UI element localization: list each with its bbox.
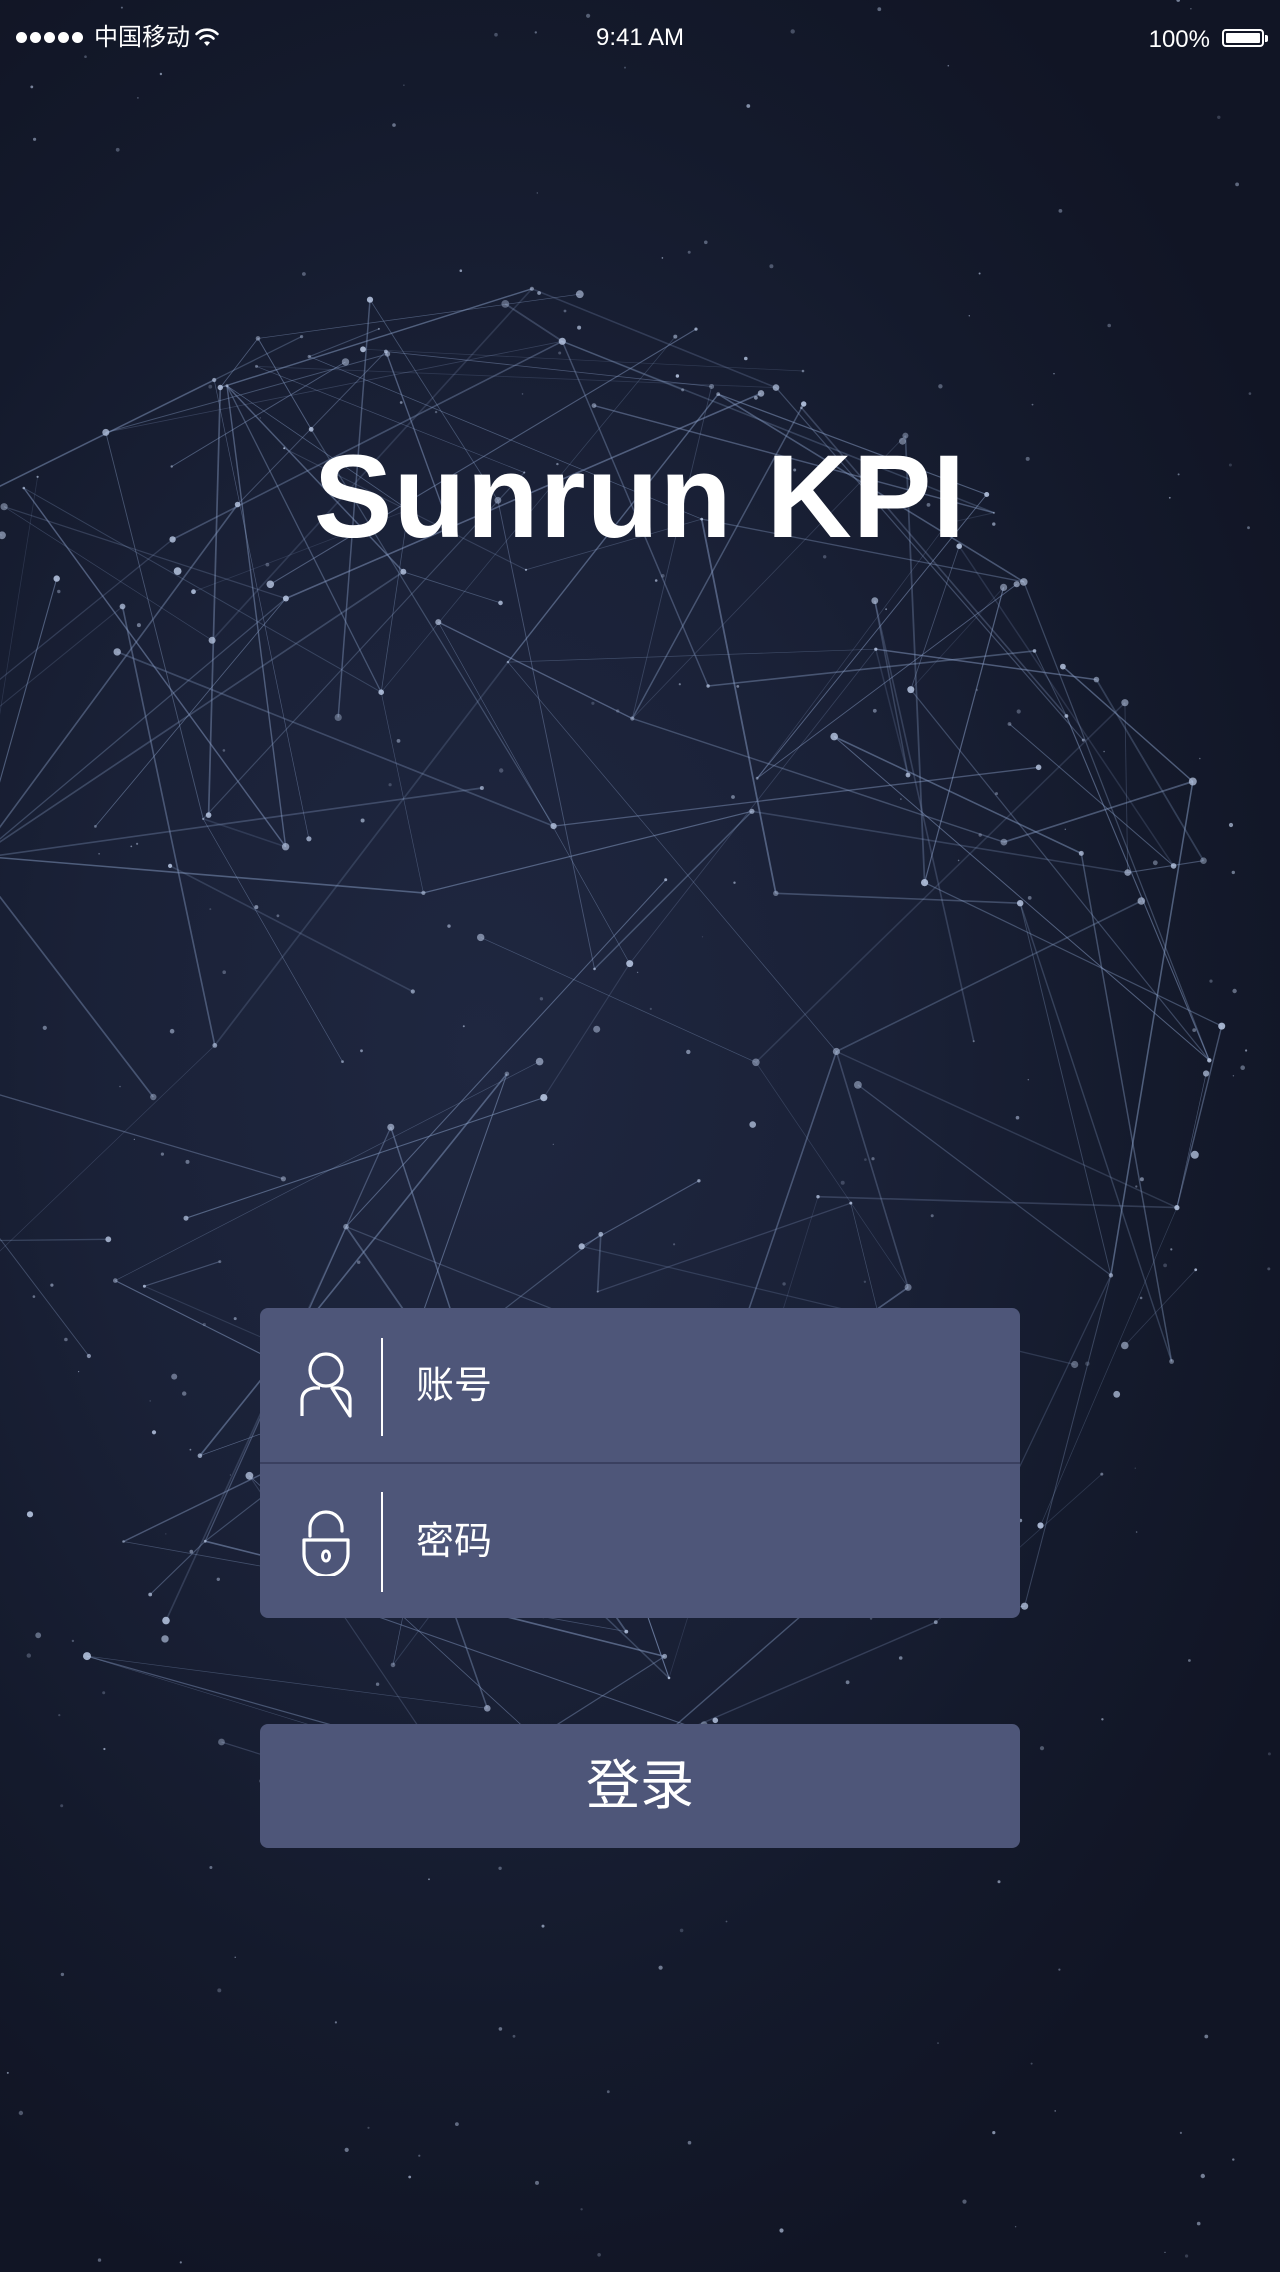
- network-globe-graphic: [0, 0, 1271, 2264]
- field-separator: [381, 1492, 383, 1592]
- login-button[interactable]: 登录: [260, 1724, 1020, 1848]
- status-bar: 中国移动 9:41 AM 100%: [0, 0, 1280, 80]
- battery-icon: [1222, 29, 1268, 47]
- battery-percent: 100%: [1148, 26, 1210, 53]
- password-input[interactable]: [416, 1508, 996, 1574]
- login-form: [260, 1308, 1020, 1618]
- account-input[interactable]: [416, 1352, 996, 1418]
- background-network-image: [0, 0, 1280, 2272]
- account-field[interactable]: [260, 1308, 1020, 1462]
- password-field[interactable]: [260, 1464, 1020, 1618]
- field-separator: [381, 1338, 383, 1436]
- lock-icon: [302, 1510, 350, 1576]
- status-time: 9:41 AM: [595, 24, 685, 51]
- app-title: Sunrun KPI: [313, 431, 967, 563]
- user-icon: [300, 1352, 352, 1418]
